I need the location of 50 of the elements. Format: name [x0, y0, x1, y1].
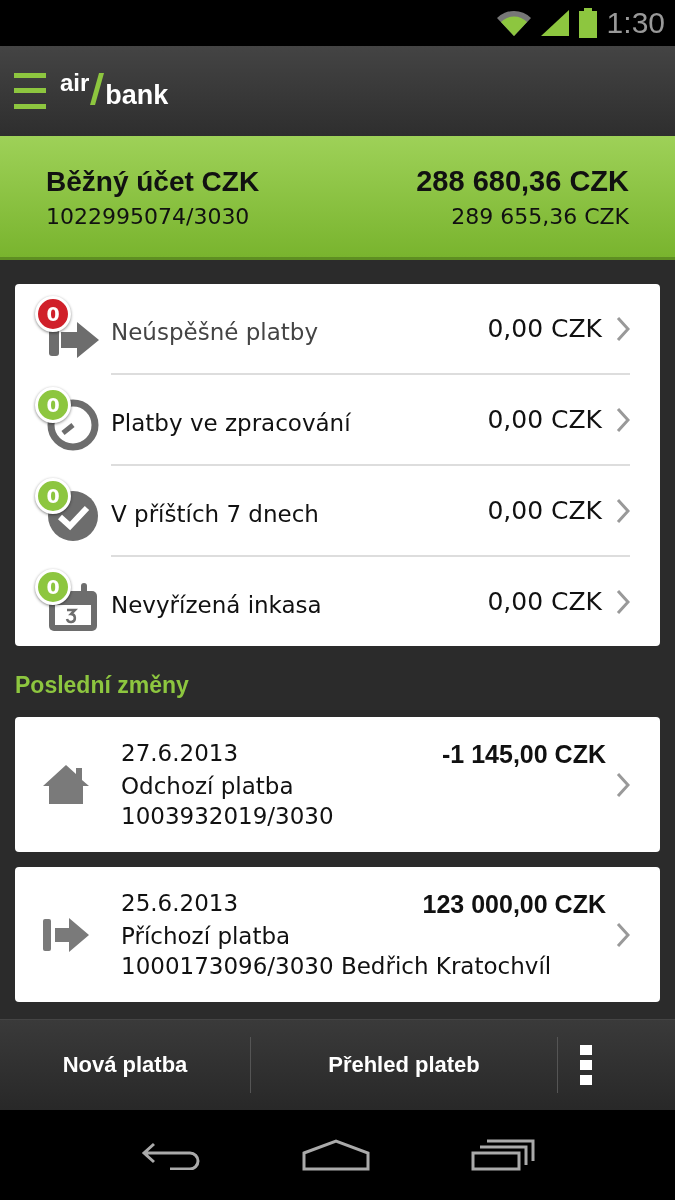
chevron-icon	[616, 921, 630, 948]
chevron-icon	[616, 497, 630, 524]
recent-apps-icon[interactable]	[470, 1139, 535, 1171]
chevron-icon	[616, 771, 630, 798]
account-header[interactable]: Běžný účet CZK 288 680,36 CZK 1022995074/3030 289 655,36 CZK	[0, 136, 675, 260]
count-badge: 0	[35, 478, 71, 514]
chevron-icon	[616, 315, 630, 342]
summary-label: Nevyřízená inkasa	[111, 591, 323, 618]
account-balance: 288 680,36 CZK	[416, 164, 629, 198]
counterparty-account: 1000173096/3030 Bedřich Kratochvíl	[121, 953, 553, 979]
summary-label: V příštích 7 dnech	[111, 500, 320, 527]
logo-text: bank	[105, 80, 169, 111]
arrow-icon	[47, 320, 101, 360]
transaction-card[interactable]: 25.6.2013 123 000,00 CZK Příchozí platba 1000173096/3030 Bedřich Kratochvíl	[15, 867, 660, 1002]
chevron-icon	[616, 406, 630, 433]
home-icon[interactable]	[302, 1139, 371, 1171]
action-button[interactable]: Nová platba	[0, 1020, 250, 1110]
wifi-icon	[496, 10, 531, 36]
counterparty-account: 1003932019/3030	[121, 803, 335, 829]
logo-text: air	[60, 69, 90, 97]
summary-amount: 0,00 CZK	[487, 314, 602, 343]
section-title: Poslední změny	[15, 671, 190, 700]
transaction-type: Odchozí platba	[121, 773, 295, 799]
overflow-menu-icon[interactable]	[580, 1045, 592, 1085]
slash-icon	[90, 73, 105, 105]
available-balance: 289 655,36 CZK	[451, 203, 629, 229]
signal-icon	[540, 10, 569, 36]
transaction-date: 27.6.2013	[121, 740, 239, 768]
action-button[interactable]: Přehled plateb	[251, 1020, 557, 1110]
arrow-icon	[43, 916, 89, 953]
count-badge: 0	[35, 387, 71, 423]
clock-time: 1:30	[606, 6, 665, 40]
summary-label: Platby ve zpracování	[111, 409, 352, 436]
transaction-amount: -1 145,00 CZK	[442, 740, 606, 769]
count-badge: 0	[35, 296, 71, 332]
summary-amount: 0,00 CZK	[487, 587, 602, 616]
summary-amount: 0,00 CZK	[487, 405, 602, 434]
account-number: 1022995074/3030	[46, 203, 250, 229]
summary-label: Neúspěšné platby	[111, 318, 319, 345]
house-icon	[43, 764, 89, 805]
chevron-icon	[616, 588, 630, 615]
account-name: Běžný účet CZK	[46, 165, 260, 198]
transaction-amount: 123 000,00 CZK	[422, 890, 606, 919]
battery-icon	[578, 8, 597, 38]
transaction-type: Příchozí platba	[121, 923, 292, 949]
summary-amount: 0,00 CZK	[487, 496, 602, 525]
transaction-card[interactable]: 27.6.2013 -1 145,00 CZK Odchozí platba 1003932019/3030	[15, 717, 660, 852]
count-badge: 0	[35, 569, 71, 605]
transaction-date: 25.6.2013	[121, 890, 239, 918]
menu-icon[interactable]	[14, 73, 46, 109]
